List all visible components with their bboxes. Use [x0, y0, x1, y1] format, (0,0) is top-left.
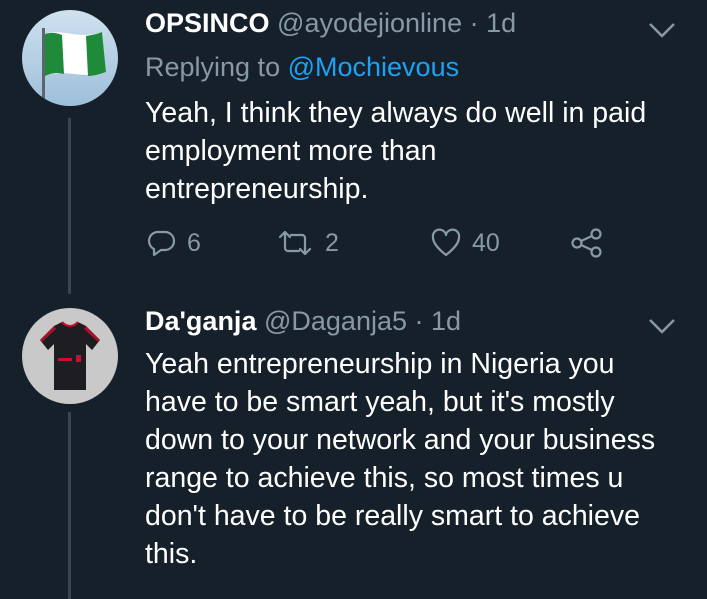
- tweet-text-line: this.: [145, 538, 198, 570]
- user-handle[interactable]: @Daganja5: [264, 306, 407, 336]
- retweet-icon: [278, 230, 312, 256]
- tweet-header: Da'ganja @Daganja5 · 1d: [145, 306, 461, 337]
- tweet-text: Yeah, I think they always do well in pai…: [145, 94, 646, 208]
- chevron-down-icon[interactable]: [647, 20, 677, 40]
- nigeria-flag-avatar-image: [22, 10, 118, 106]
- reply-icon: [147, 230, 176, 257]
- tweet-text-line: have to be smart yeah, but it's mostly: [145, 386, 615, 418]
- retweet-count: 2: [325, 228, 339, 257]
- tweet-text-line: down to your network and your business: [145, 424, 656, 456]
- tweet-opsinco[interactable]: OPSINCO @ayodejionline · 1d Replying to …: [0, 0, 707, 300]
- reply-button[interactable]: 6: [147, 228, 201, 258]
- tweet-actions: 6 2 40: [145, 228, 615, 264]
- display-name[interactable]: Da'ganja: [145, 306, 256, 336]
- like-button[interactable]: 40: [430, 228, 500, 258]
- like-count: 40: [472, 228, 500, 257]
- tweet-text-line: employment more than: [145, 135, 437, 167]
- tweet-daganja[interactable]: Da'ganja @Daganja5 · 1d Yeah entrepreneu…: [0, 300, 707, 599]
- replying-to: Replying to @Mochievous: [145, 52, 459, 83]
- display-name[interactable]: OPSINCO: [145, 8, 270, 38]
- avatar[interactable]: [22, 308, 118, 404]
- tweet-text-line: Yeah, I think they always do well in pai…: [145, 97, 647, 129]
- tweet-text: Yeah entrepreneurship in Nigeria you hav…: [145, 345, 655, 573]
- tweet-text-line: don't have to be really smart to achieve: [145, 500, 640, 532]
- share-button[interactable]: [570, 228, 604, 258]
- timestamp[interactable]: 1d: [486, 8, 516, 38]
- jersey-avatar-image: [22, 308, 118, 404]
- replying-prefix: Replying to: [145, 52, 281, 82]
- tweet-text-line: Yeah entrepreneurship in Nigeria you: [145, 348, 615, 380]
- avatar[interactable]: [22, 10, 118, 106]
- heart-icon: [431, 228, 461, 257]
- reply-count: 6: [187, 228, 201, 257]
- tweet-text-line: range to achieve this, so most times u: [145, 462, 624, 494]
- tweet-header: OPSINCO @ayodejionline · 1d: [145, 8, 516, 39]
- share-icon: [571, 228, 602, 258]
- timestamp[interactable]: 1d: [431, 306, 461, 336]
- separator-dot: ·: [469, 8, 479, 38]
- separator-dot: ·: [414, 306, 424, 336]
- user-handle[interactable]: @ayodejionline: [277, 8, 462, 38]
- mention-link[interactable]: @Mochievous: [288, 52, 459, 82]
- chevron-down-icon[interactable]: [647, 316, 677, 336]
- retweet-button[interactable]: 2: [275, 228, 339, 258]
- tweet-text-line: entrepreneurship.: [145, 173, 369, 205]
